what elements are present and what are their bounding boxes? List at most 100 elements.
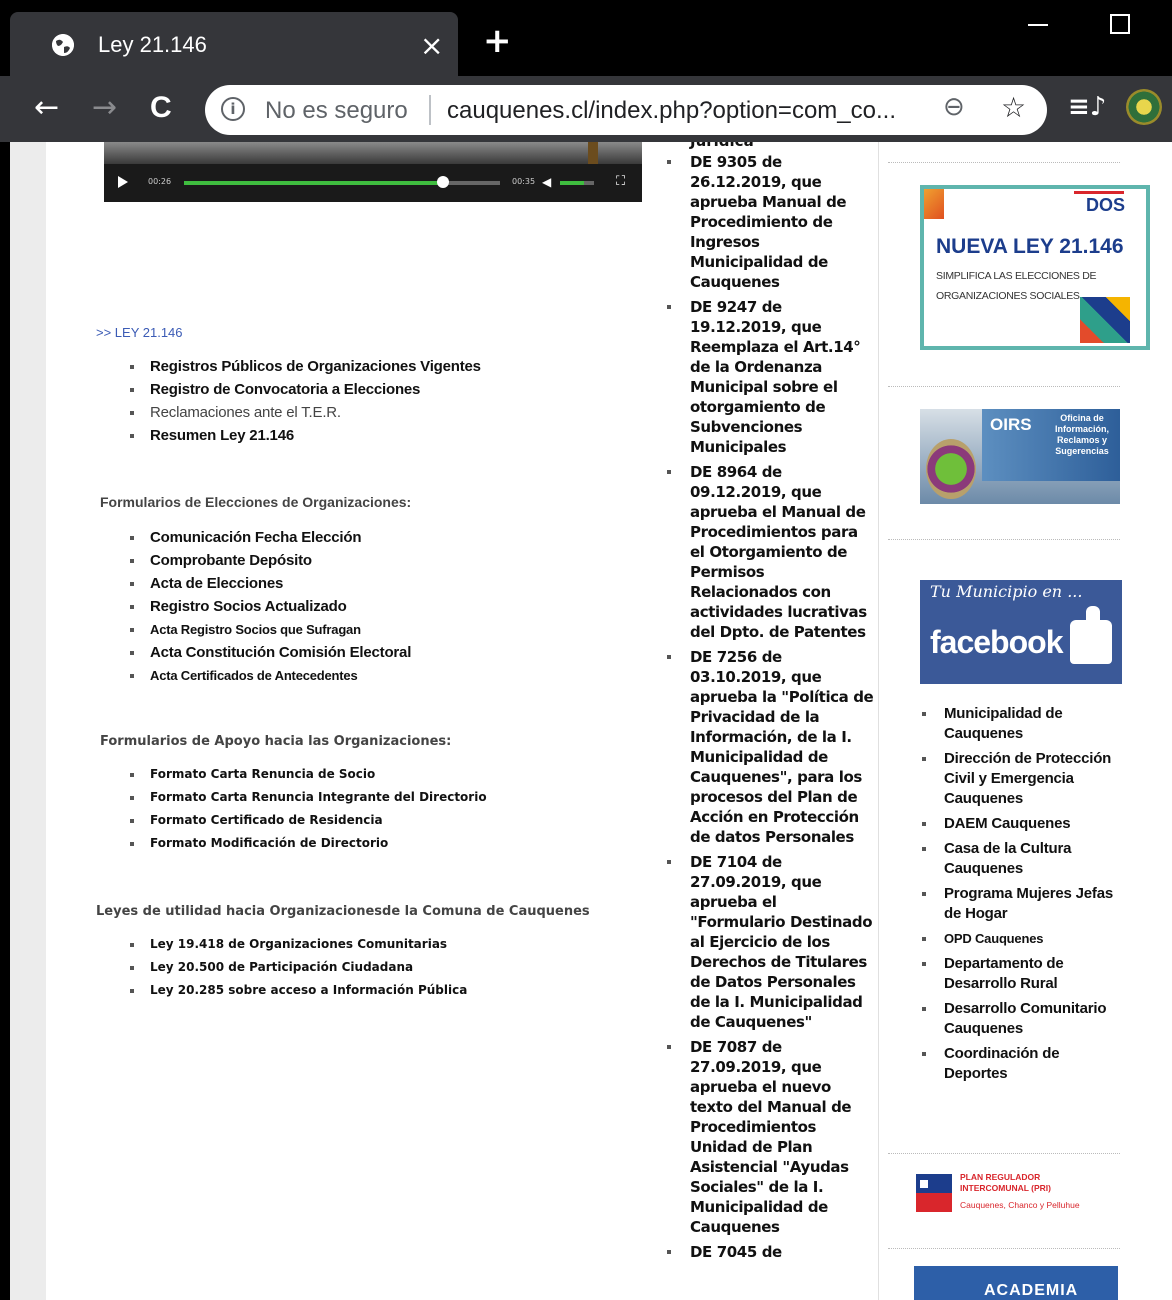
- form-apoyo-heading: Formularios de Apoyo hacia las Organizac…: [100, 734, 452, 749]
- cauquenes-logo-icon: [926, 439, 976, 499]
- video-progress-fill: [184, 181, 444, 185]
- decree-item[interactable]: DE 7045 de: [664, 1242, 876, 1262]
- media-queue-icon[interactable]: ≡♪: [1068, 92, 1106, 122]
- link-item[interactable]: Departamento de Desarrollo Rural: [916, 954, 1116, 994]
- banner-subtitle-line: ORGANIZACIONES SOCIALES: [936, 290, 1080, 302]
- divider: [888, 539, 1120, 540]
- form-elec-list: Comunicación Fecha Elección Comprobante …: [126, 526, 411, 687]
- plan-line: INTERCOMUNAL (PRI): [960, 1183, 1051, 1193]
- academia-text: ACADEMIA: [984, 1282, 1079, 1299]
- leyes-heading: Leyes de utilidad hacia Organizacionesde…: [96, 904, 590, 919]
- gobierno-seal-icon: [916, 1174, 952, 1212]
- facebook-banner[interactable]: Tu Municipio en ... facebook: [920, 580, 1122, 684]
- facebook-wordmark: facebook: [930, 624, 1063, 660]
- minimize-icon[interactable]: [1028, 24, 1048, 26]
- zoom-icon[interactable]: ⊖: [943, 92, 965, 122]
- divider: [888, 1248, 1120, 1249]
- profile-avatar[interactable]: [1126, 89, 1162, 125]
- form-elec-heading: Formularios de Elecciones de Organizacio…: [100, 494, 412, 510]
- academia-banner[interactable]: ACADEMIA: [914, 1266, 1118, 1300]
- maximize-icon[interactable]: [1110, 14, 1130, 34]
- list-item[interactable]: Reclamaciones ante el T.E.R.: [126, 401, 481, 424]
- volume-icon[interactable]: ◀: [542, 175, 551, 189]
- tab-close-icon[interactable]: ×: [420, 29, 443, 62]
- link-item[interactable]: OPD Cauquenes: [916, 929, 1116, 949]
- browser-tab[interactable]: Ley 21.146 ×: [10, 12, 458, 76]
- play-icon[interactable]: [118, 176, 128, 188]
- video-current-time: 00:26: [148, 177, 172, 186]
- list-item[interactable]: Acta Constitución Comisión Electoral: [126, 641, 411, 664]
- links-list: Municipalidad de Cauquenes Dirección de …: [916, 704, 1116, 1089]
- not-secure-label[interactable]: No es seguro: [265, 97, 408, 125]
- oirs-description: Oficina de Información, Reclamos y Suger…: [1054, 413, 1109, 456]
- leyes-list: Ley 19.418 de Organizaciones Comunitaria…: [126, 933, 467, 1002]
- banner-decoration: [1080, 297, 1130, 343]
- link-item[interactable]: DAEM Cauquenes: [916, 814, 1116, 834]
- list-item[interactable]: Acta Certificados de Antecedentes: [126, 664, 411, 687]
- address-separator: [429, 95, 431, 125]
- plan-regulador-banner[interactable]: PLAN REGULADOR INTERCOMUNAL (PRI) Cauque…: [916, 1170, 1120, 1216]
- list-item[interactable]: Ley 20.285 sobre acceso a Información Pú…: [126, 979, 467, 1002]
- list-item[interactable]: Resumen Ley 21.146: [126, 424, 481, 447]
- divider: [888, 386, 1120, 387]
- address-bar[interactable]: i No es seguro cauquenes.cl/index.php?op…: [205, 85, 1047, 135]
- decree-item[interactable]: DE 7087 de 27.09.2019, que aprueba el nu…: [664, 1037, 876, 1237]
- reload-icon[interactable]: C: [150, 92, 172, 124]
- back-icon[interactable]: ←: [34, 92, 59, 124]
- volume-slider[interactable]: [560, 181, 594, 185]
- oirs-banner[interactable]: OIRS Oficina de Información, Reclamos y …: [920, 409, 1120, 504]
- fullscreen-icon[interactable]: ⛶: [616, 174, 625, 189]
- ley-21146-banner[interactable]: DOS NUEVA LEY 21.146 SIMPLIFICA LAS ELEC…: [920, 185, 1150, 350]
- banner-decoration: [924, 189, 944, 219]
- plan-title: PLAN REGULADOR INTERCOMUNAL (PRI): [960, 1172, 1051, 1194]
- video-player[interactable]: 00:26 00:35 ◀ ⛶: [104, 142, 642, 202]
- link-item[interactable]: Casa de la Cultura Cauquenes: [916, 839, 1116, 879]
- banner-subtitle-line: SIMPLIFICA LAS ELECCIONES DE: [936, 270, 1097, 282]
- list-item[interactable]: Comprobante Depósito: [126, 549, 411, 572]
- plan-line: PLAN REGULADOR: [960, 1172, 1041, 1182]
- list-item[interactable]: Registros Públicos de Organizaciones Vig…: [126, 355, 481, 378]
- list-item[interactable]: Formato Carta Renuncia de Socio: [126, 763, 487, 786]
- decree-item[interactable]: DE 9247 de 19.12.2019, que Reemplaza el …: [664, 297, 876, 457]
- browser-titlebar: Ley 21.146 × +: [0, 0, 1172, 76]
- browser-toolbar: ← → C i No es seguro cauquenes.cl/index.…: [0, 76, 1172, 142]
- volume-fill: [560, 181, 584, 185]
- url-text[interactable]: cauquenes.cl/index.php?option=com_co...: [447, 97, 896, 125]
- list-item[interactable]: Acta de Elecciones: [126, 572, 411, 595]
- info-icon[interactable]: i: [221, 97, 245, 121]
- decree-item[interactable]: DE 7256 de 03.10.2019, que aprueba la "P…: [664, 647, 876, 847]
- list-item[interactable]: Ley 20.500 de Participación Ciudadana: [126, 956, 467, 979]
- link-item[interactable]: Dirección de Protección Civil y Emergenc…: [916, 749, 1116, 809]
- list-item[interactable]: Registro Socios Actualizado: [126, 595, 411, 618]
- link-item[interactable]: Desarrollo Comunitario Cauquenes: [916, 999, 1116, 1039]
- list-item[interactable]: Formato Carta Renuncia Integrante del Di…: [126, 786, 487, 809]
- ley-21146-link[interactable]: >> LEY 21.146: [96, 325, 183, 340]
- decree-item[interactable]: DE 8964 de 09.12.2019, que aprueba el Ma…: [664, 462, 876, 642]
- list-item[interactable]: Acta Registro Socios que Sufragan: [126, 618, 411, 641]
- form-apoyo-list: Formato Carta Renuncia de Socio Formato …: [126, 763, 487, 855]
- ley-list: Registros Públicos de Organizaciones Vig…: [126, 355, 481, 447]
- list-item[interactable]: Formato Certificado de Residencia: [126, 809, 487, 832]
- decree-item[interactable]: DE 7104 de 27.09.2019, que aprueba el "F…: [664, 852, 876, 1032]
- tab-title: Ley 21.146: [98, 32, 207, 57]
- list-item[interactable]: Ley 19.418 de Organizaciones Comunitaria…: [126, 933, 467, 956]
- banner-subtitle: SIMPLIFICA LAS ELECCIONES DE ORGANIZACIO…: [936, 266, 1097, 306]
- new-tab-icon[interactable]: +: [483, 24, 512, 58]
- cut-off-text: Jurídica: [690, 142, 754, 150]
- decree-item[interactable]: DE 9305 de 26.12.2019, que aprueba Manua…: [664, 152, 876, 292]
- link-item[interactable]: Coordinación de Deportes: [916, 1044, 1116, 1084]
- page-content: 00:26 00:35 ◀ ⛶ >> LEY 21.146 Registros …: [0, 142, 1172, 1300]
- link-item[interactable]: Municipalidad de Cauquenes: [916, 704, 1116, 744]
- list-item[interactable]: Comunicación Fecha Elección: [126, 526, 411, 549]
- video-progress-knob[interactable]: [437, 176, 450, 188]
- video-progress-track[interactable]: [184, 181, 500, 185]
- facebook-tagline: Tu Municipio en ...: [930, 582, 1083, 601]
- bookmark-star-icon[interactable]: ☆: [1001, 91, 1026, 124]
- link-item[interactable]: Programa Mujeres Jefas de Hogar: [916, 884, 1116, 924]
- divider: [888, 1153, 1120, 1154]
- column-divider: [878, 142, 879, 1300]
- list-item[interactable]: Formato Modificación de Directorio: [126, 832, 487, 855]
- list-item[interactable]: Registro de Convocatoria a Elecciones: [126, 378, 481, 401]
- globe-icon: [52, 34, 74, 56]
- forward-icon[interactable]: →: [92, 92, 117, 124]
